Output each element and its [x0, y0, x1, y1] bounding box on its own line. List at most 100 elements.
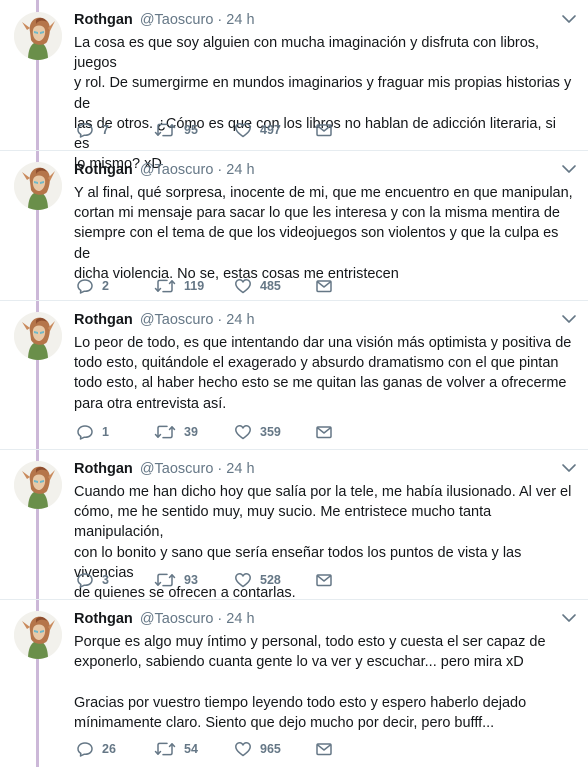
envelope-icon — [316, 743, 332, 756]
reply-icon — [77, 279, 93, 294]
chevron-down-icon[interactable] — [560, 312, 578, 326]
reply-count: 2 — [102, 279, 109, 293]
timestamp[interactable]: 24 h — [226, 162, 254, 178]
tweet-header: Rothgan @Taoscuro · 24 h — [74, 609, 255, 629]
chevron-down-icon[interactable] — [560, 12, 578, 26]
reply-count: 26 — [102, 742, 116, 756]
reply-button[interactable]: 2 — [76, 275, 109, 297]
reply-button[interactable]: 1 — [76, 421, 109, 443]
retweet-count: 119 — [184, 279, 205, 293]
tweet-actions: 7 95 497 — [74, 119, 394, 141]
separator-dot: · — [217, 461, 223, 477]
envelope-icon — [316, 426, 332, 439]
reply-icon — [77, 425, 93, 440]
like-count: 528 — [260, 573, 281, 587]
reply-count: 3 — [102, 573, 109, 587]
retweet-button[interactable]: 93 — [154, 569, 198, 591]
timestamp[interactable]: 24 h — [226, 611, 254, 627]
user-handle[interactable]: @Taoscuro — [140, 312, 214, 328]
envelope-icon — [316, 280, 332, 293]
avatar[interactable] — [14, 162, 62, 210]
like-button[interactable]: 497 — [234, 119, 281, 141]
tweet[interactable]: Rothgan @Taoscuro · 24 h Porque es algo … — [0, 599, 588, 767]
direct-message-button[interactable] — [315, 119, 333, 141]
avatar-image — [14, 12, 62, 60]
separator-dot: · — [217, 312, 223, 328]
separator-dot: · — [217, 12, 223, 28]
retweet-icon — [154, 425, 176, 439]
chevron-down-icon[interactable] — [560, 611, 578, 625]
reply-icon — [77, 123, 93, 138]
retweet-button[interactable]: 54 — [154, 738, 198, 760]
retweet-count: 95 — [184, 123, 198, 137]
tweet-text: Y al final, qué sorpresa, inocente de mi… — [74, 185, 573, 282]
heart-icon — [235, 279, 251, 294]
avatar[interactable] — [14, 461, 62, 509]
retweet-icon — [154, 573, 176, 587]
user-handle[interactable]: @Taoscuro — [140, 162, 214, 178]
avatar-image — [14, 162, 62, 210]
tweet-text: Lo peor de todo, es que intentando dar u… — [74, 335, 572, 412]
reply-count: 7 — [102, 123, 109, 137]
avatar[interactable] — [14, 312, 62, 360]
tweet-text: Porque es algo muy íntimo y personal, to… — [74, 634, 546, 731]
reply-icon — [77, 573, 93, 588]
like-button[interactable]: 485 — [234, 275, 281, 297]
direct-message-button[interactable] — [315, 738, 333, 760]
retweet-icon — [154, 123, 176, 137]
reply-button[interactable]: 3 — [76, 569, 109, 591]
heart-icon — [235, 742, 251, 757]
reply-icon — [77, 742, 93, 757]
avatar-image — [14, 312, 62, 360]
retweet-button[interactable]: 95 — [154, 119, 198, 141]
tweet-header: Rothgan @Taoscuro · 24 h — [74, 459, 255, 479]
user-handle[interactable]: @Taoscuro — [140, 461, 214, 477]
tweet-header: Rothgan @Taoscuro · 24 h — [74, 310, 255, 330]
like-button[interactable]: 359 — [234, 421, 281, 443]
display-name[interactable]: Rothgan — [74, 461, 133, 477]
retweet-icon — [154, 279, 176, 293]
tweet[interactable]: Rothgan @Taoscuro · 24 h Y al final, qué… — [0, 150, 588, 300]
avatar[interactable] — [14, 12, 62, 60]
avatar[interactable] — [14, 611, 62, 659]
reply-button[interactable]: 26 — [76, 738, 116, 760]
tweet-actions: 1 39 359 — [74, 421, 394, 443]
envelope-icon — [316, 574, 332, 587]
avatar-image — [14, 461, 62, 509]
retweet-button[interactable]: 119 — [154, 275, 204, 297]
timestamp[interactable]: 24 h — [226, 461, 254, 477]
tweet[interactable]: Rothgan @Taoscuro · 24 h La cosa es que … — [0, 0, 588, 172]
timestamp[interactable]: 24 h — [226, 312, 254, 328]
display-name[interactable]: Rothgan — [74, 162, 133, 178]
tweet[interactable]: Rothgan @Taoscuro · 24 h Cuando me han d… — [0, 449, 588, 601]
retweet-count: 39 — [184, 425, 198, 439]
display-name[interactable]: Rothgan — [74, 312, 133, 328]
chevron-down-icon[interactable] — [560, 461, 578, 475]
retweet-button[interactable]: 39 — [154, 421, 198, 443]
chevron-down-icon[interactable] — [560, 162, 578, 176]
like-button[interactable]: 965 — [234, 738, 281, 760]
direct-message-button[interactable] — [315, 275, 333, 297]
heart-icon — [235, 573, 251, 588]
display-name[interactable]: Rothgan — [74, 12, 133, 28]
display-name[interactable]: Rothgan — [74, 611, 133, 627]
like-count: 965 — [260, 742, 281, 756]
heart-icon — [235, 425, 251, 440]
retweet-count: 54 — [184, 742, 198, 756]
avatar-image — [14, 611, 62, 659]
tweet-header: Rothgan @Taoscuro · 24 h — [74, 160, 255, 180]
timestamp[interactable]: 24 h — [226, 12, 254, 28]
reply-button[interactable]: 7 — [76, 119, 109, 141]
retweet-icon — [154, 742, 176, 756]
envelope-icon — [316, 124, 332, 137]
direct-message-button[interactable] — [315, 569, 333, 591]
like-count: 485 — [260, 279, 281, 293]
user-handle[interactable]: @Taoscuro — [140, 611, 214, 627]
like-count: 359 — [260, 425, 281, 439]
user-handle[interactable]: @Taoscuro — [140, 12, 214, 28]
tweet[interactable]: Rothgan @Taoscuro · 24 h Lo peor de todo… — [0, 300, 588, 449]
like-button[interactable]: 528 — [234, 569, 281, 591]
heart-icon — [235, 123, 251, 138]
direct-message-button[interactable] — [315, 421, 333, 443]
separator-dot: · — [217, 162, 223, 178]
